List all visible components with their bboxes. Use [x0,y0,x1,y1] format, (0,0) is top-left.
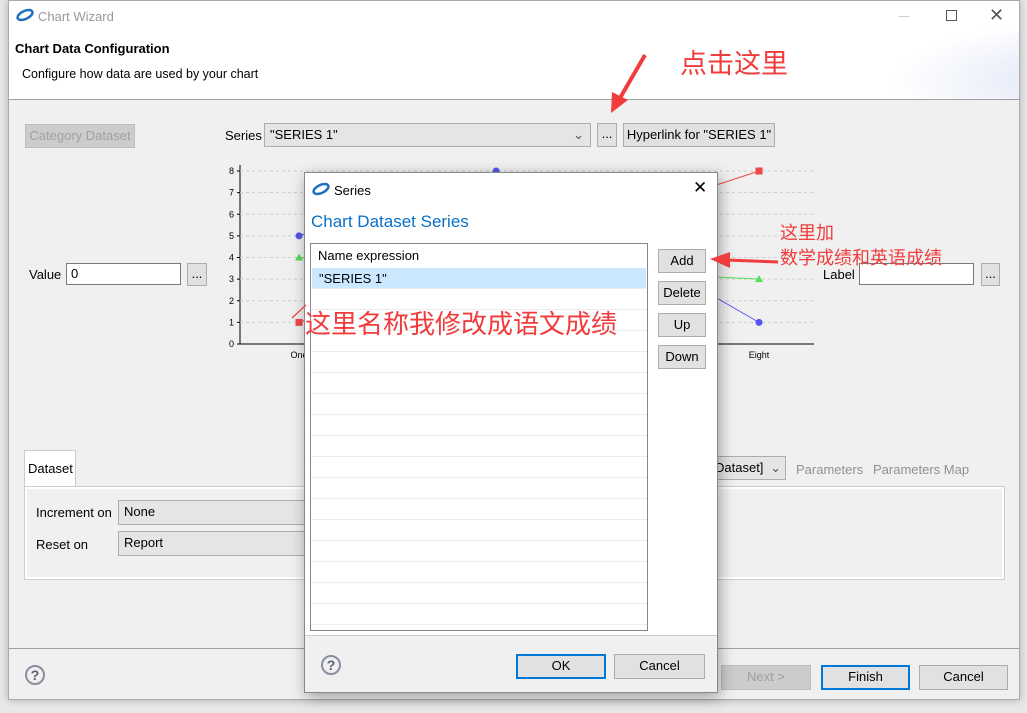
pointer-line [291,304,307,319]
arrow-icon [710,252,779,268]
arrow-icon [611,53,647,113]
annotation-add-2: 数学成绩和英语成绩 [780,248,942,268]
annotation-click-here: 点击这里 [680,49,788,79]
annotation-rename: 这里名称我修改成语文成绩 [305,309,618,339]
annotation-arrows [291,53,779,319]
annotation-add-1: 这里加 [780,223,834,243]
